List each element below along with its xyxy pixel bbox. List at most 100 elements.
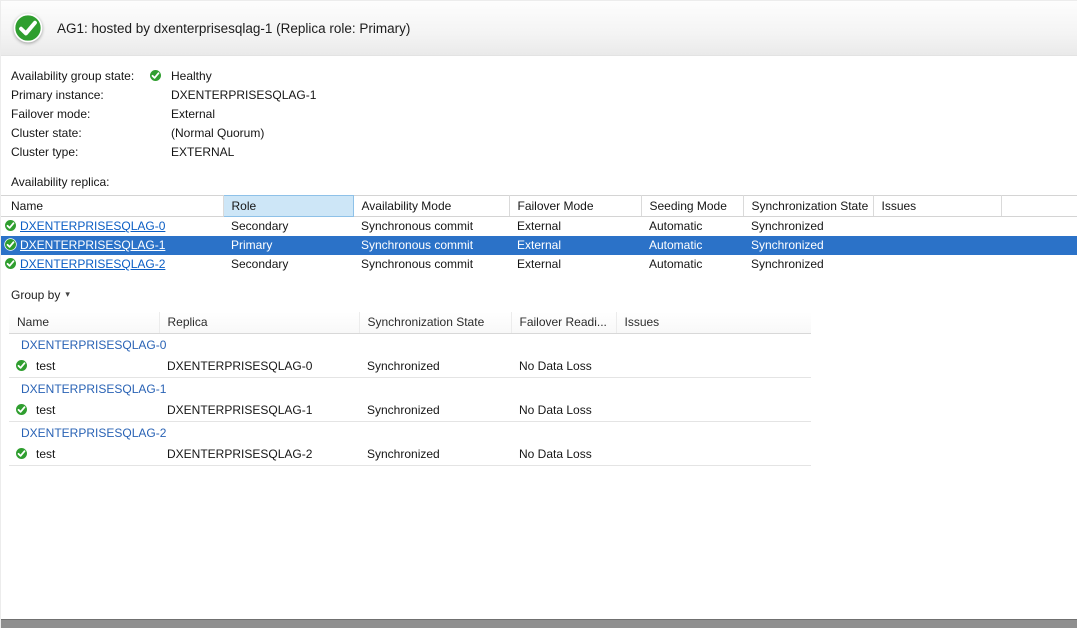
database-replica-cell: DXENTERPRISESQLAG-2 (159, 444, 359, 466)
database-group-cell: DXENTERPRISESQLAG-1 (9, 378, 811, 400)
column-header-synchronization-state[interactable]: Synchronization State (743, 196, 873, 217)
summary-label: Availability group state: (11, 69, 149, 83)
database-name-cell: test (9, 356, 159, 378)
database-group-link[interactable]: DXENTERPRISESQLAG-2 (21, 426, 166, 440)
availability-replica-label: Availability replica: (11, 175, 1077, 189)
replica-role-cell: Secondary (223, 255, 353, 274)
database-issues-cell (616, 356, 811, 378)
db-column-header-issues[interactable]: Issues (616, 312, 811, 334)
database-group-row[interactable]: DXENTERPRISESQLAG-2 (9, 422, 811, 444)
replica-table-body: DXENTERPRISESQLAG-0 Secondary Synchronou… (1, 217, 1077, 274)
replica-name-link[interactable]: DXENTERPRISESQLAG-0 (20, 219, 165, 233)
column-header-availability-mode[interactable]: Availability Mode (353, 196, 509, 217)
database-group-row[interactable]: DXENTERPRISESQLAG-0 (9, 334, 811, 356)
replica-name-cell: DXENTERPRISESQLAG-2 (1, 255, 223, 274)
summary-icon-slot (149, 126, 171, 139)
group-by-dropdown[interactable]: Group by ▾ (11, 288, 70, 302)
database-failover-readiness-cell: No Data Loss (511, 356, 616, 378)
database-group-row[interactable]: DXENTERPRISESQLAG-1 (9, 378, 811, 400)
replica-synchronization-state-cell: Synchronized (743, 217, 873, 236)
replica-role-cell: Secondary (223, 217, 353, 236)
summary-value: EXTERNAL (171, 145, 234, 159)
replica-availability-mode-cell: Synchronous commit (353, 217, 509, 236)
database-name: test (36, 359, 55, 373)
summary-label: Cluster state: (11, 126, 149, 140)
replica-failover-mode-cell: External (509, 255, 641, 274)
summary-value: Healthy (171, 69, 212, 83)
database-replica-cell: DXENTERPRISESQLAG-1 (159, 400, 359, 422)
healthy-check-icon (15, 359, 28, 372)
column-header-failover-mode[interactable]: Failover Mode (509, 196, 641, 217)
replica-table: Name Role Availability Mode Failover Mod… (1, 195, 1077, 274)
column-header-filler (1001, 196, 1077, 217)
summary-row: Cluster state: (Normal Quorum) (11, 123, 1077, 142)
replica-availability-mode-cell: Synchronous commit (353, 255, 509, 274)
replica-seeding-mode-cell: Automatic (641, 255, 743, 274)
summary-label: Primary instance: (11, 88, 149, 102)
summary-label: Cluster type: (11, 145, 149, 159)
summary-icon-slot (149, 145, 171, 158)
database-group-cell: DXENTERPRISESQLAG-0 (9, 334, 811, 356)
chevron-down-icon: ▾ (65, 289, 70, 300)
column-header-seeding-mode[interactable]: Seeding Mode (641, 196, 743, 217)
replica-filler-cell (1001, 217, 1077, 236)
database-group-link[interactable]: DXENTERPRISESQLAG-1 (21, 382, 166, 396)
database-issues-cell (616, 444, 811, 466)
replica-row[interactable]: DXENTERPRISESQLAG-2 Secondary Synchronou… (1, 255, 1077, 274)
database-group-cell: DXENTERPRISESQLAG-2 (9, 422, 811, 444)
summary-panel: Availability group state: Healthy Primar… (1, 56, 1077, 161)
database-group-link[interactable]: DXENTERPRISESQLAG-0 (21, 338, 166, 352)
healthy-status-icon (13, 13, 43, 43)
summary-icon-slot (149, 69, 171, 82)
replica-name-link[interactable]: DXENTERPRISESQLAG-2 (20, 257, 165, 271)
replica-name-link[interactable]: DXENTERPRISESQLAG-1 (20, 238, 165, 252)
replica-table-header: Name Role Availability Mode Failover Mod… (1, 196, 1077, 217)
healthy-check-icon (4, 238, 17, 251)
replica-failover-mode-cell: External (509, 236, 641, 255)
database-failover-readiness-cell: No Data Loss (511, 400, 616, 422)
db-column-header-synchronization-state[interactable]: Synchronization State (359, 312, 511, 334)
column-header-name[interactable]: Name (1, 196, 223, 217)
database-issues-cell (616, 400, 811, 422)
healthy-check-icon (15, 403, 28, 416)
database-synchronization-state-cell: Synchronized (359, 356, 511, 378)
database-synchronization-state-cell: Synchronized (359, 400, 511, 422)
healthy-check-icon (15, 447, 28, 460)
summary-value: DXENTERPRISESQLAG-1 (171, 88, 316, 102)
replica-issues-cell (873, 236, 1001, 255)
healthy-check-icon (4, 257, 17, 270)
database-row[interactable]: test DXENTERPRISESQLAG-0 Synchronized No… (9, 356, 811, 378)
database-row[interactable]: test DXENTERPRISESQLAG-1 Synchronized No… (9, 400, 811, 422)
replica-availability-mode-cell: Synchronous commit (353, 236, 509, 255)
summary-label: Failover mode: (11, 107, 149, 121)
summary-row: Failover mode: External (11, 104, 1077, 123)
db-column-header-replica[interactable]: Replica (159, 312, 359, 334)
replica-synchronization-state-cell: Synchronized (743, 236, 873, 255)
replica-seeding-mode-cell: Automatic (641, 217, 743, 236)
window-bottom-edge (1, 619, 1077, 628)
summary-row: Primary instance: DXENTERPRISESQLAG-1 (11, 85, 1077, 104)
replica-row[interactable]: DXENTERPRISESQLAG-0 Secondary Synchronou… (1, 217, 1077, 236)
column-header-issues[interactable]: Issues (873, 196, 1001, 217)
db-column-header-failover-readiness[interactable]: Failover Readi... (511, 312, 616, 334)
summary-icon-slot (149, 107, 171, 120)
replica-name-cell: DXENTERPRISESQLAG-0 (1, 217, 223, 236)
database-failover-readiness-cell: No Data Loss (511, 444, 616, 466)
database-synchronization-state-cell: Synchronized (359, 444, 511, 466)
column-header-role[interactable]: Role (223, 196, 353, 217)
db-column-header-name[interactable]: Name (9, 312, 159, 334)
replica-filler-cell (1001, 255, 1077, 274)
database-name-cell: test (9, 400, 159, 422)
databases-table: Name Replica Synchronization State Failo… (9, 312, 811, 467)
healthy-check-icon (4, 219, 17, 232)
databases-table-body: DXENTERPRISESQLAG-0 test DXENTERPRISESQL… (9, 334, 811, 466)
replica-row[interactable]: DXENTERPRISESQLAG-1 Primary Synchronous … (1, 236, 1077, 255)
summary-row: Availability group state: Healthy (11, 66, 1077, 85)
group-by-label: Group by (11, 288, 60, 302)
database-replica-cell: DXENTERPRISESQLAG-0 (159, 356, 359, 378)
replica-seeding-mode-cell: Automatic (641, 236, 743, 255)
replica-issues-cell (873, 217, 1001, 236)
summary-value: (Normal Quorum) (171, 126, 264, 140)
database-row[interactable]: test DXENTERPRISESQLAG-2 Synchronized No… (9, 444, 811, 466)
replica-role-cell: Primary (223, 236, 353, 255)
